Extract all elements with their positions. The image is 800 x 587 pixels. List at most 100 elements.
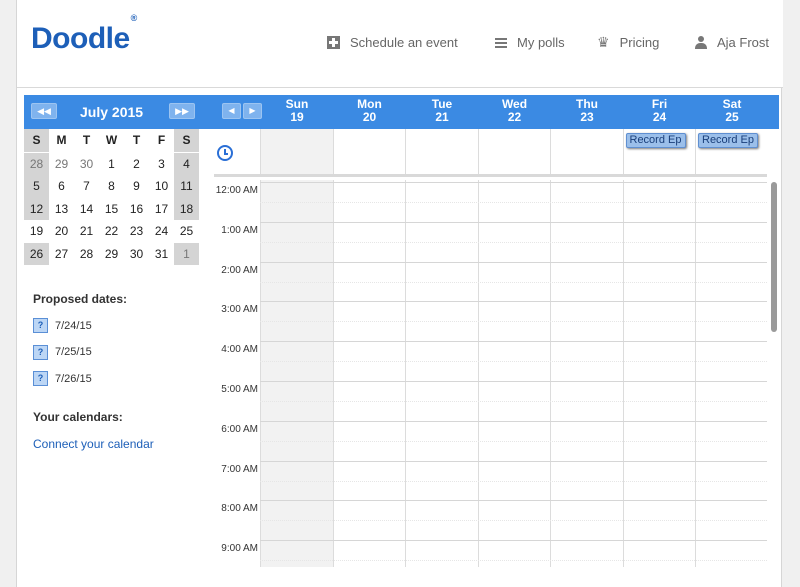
- day-header-sun: Sun 19: [261, 98, 333, 124]
- logo-text: Doodle: [31, 22, 130, 55]
- date-cell[interactable]: 22: [99, 220, 124, 243]
- nav-pricing[interactable]: ♛ Pricing: [597, 35, 659, 50]
- date-cell[interactable]: 11: [174, 175, 199, 198]
- plus-icon: [327, 36, 340, 49]
- list-icon: [495, 37, 507, 49]
- all-day-cell[interactable]: [332, 129, 406, 174]
- day-column[interactable]: [260, 180, 333, 567]
- day-column[interactable]: [695, 180, 767, 567]
- nav-user[interactable]: Aja Frost: [695, 35, 769, 50]
- proposed-date-item[interactable]: ? 7/25/15: [33, 344, 92, 360]
- day-column[interactable]: [477, 180, 551, 567]
- nav-my-polls[interactable]: My polls: [495, 35, 565, 50]
- connect-calendar-link[interactable]: Connect your calendar: [33, 437, 154, 451]
- date-cell[interactable]: 1: [174, 242, 199, 265]
- date-cell[interactable]: 21: [74, 220, 99, 243]
- event-record-ep[interactable]: Record Ep: [625, 133, 686, 148]
- hour-line: [260, 341, 767, 343]
- date-cell[interactable]: 30: [124, 243, 149, 266]
- date-cell[interactable]: 28: [24, 152, 49, 175]
- date-cell[interactable]: 3: [149, 153, 174, 176]
- day-number: 23: [580, 110, 594, 124]
- date-cell[interactable]: 9: [124, 175, 149, 198]
- day-column[interactable]: [550, 180, 623, 567]
- hour-line: [260, 381, 767, 382]
- time-grid[interactable]: 12:00 AM 1:00 AM 2:00 AM 3:00 AM 4:00 AM 5:00…: [214, 180, 767, 567]
- half-hour-line: [260, 321, 767, 323]
- date-cell[interactable]: 8: [99, 175, 124, 198]
- date-cell[interactable]: 1: [99, 153, 124, 176]
- next-month-button[interactable]: ▶▶: [169, 103, 195, 119]
- day-column[interactable]: [622, 180, 696, 567]
- date-cell[interactable]: 24: [149, 220, 174, 243]
- month-title: July 2015: [80, 104, 144, 120]
- next-week-button[interactable]: ▶: [243, 103, 262, 119]
- half-hour-line: [260, 560, 767, 562]
- half-hour-line: [260, 201, 767, 203]
- all-day-cell[interactable]: [405, 129, 478, 174]
- hour-line: [260, 500, 767, 502]
- date-cell[interactable]: 31: [149, 243, 174, 266]
- date-cell[interactable]: 12: [24, 197, 49, 220]
- hour-line: [260, 182, 767, 183]
- date-cell[interactable]: 16: [124, 198, 149, 221]
- prev-week-button[interactable]: ◀: [222, 103, 241, 119]
- day-column[interactable]: [405, 180, 478, 567]
- date-cell[interactable]: 30: [74, 153, 99, 176]
- date-cell[interactable]: 29: [49, 153, 74, 176]
- day-number: 25: [725, 110, 739, 124]
- day-header-mon: Mon 20: [334, 98, 406, 124]
- half-hour-line: [260, 400, 767, 402]
- week-row[interactable]: 12 13 14 15 16 17 18: [24, 197, 199, 221]
- prev-month-button[interactable]: ◀◀: [31, 103, 57, 119]
- date-cell[interactable]: 25: [174, 220, 199, 243]
- date-cell[interactable]: 7: [74, 175, 99, 198]
- half-hour-line: [260, 361, 767, 363]
- all-day-cell[interactable]: [260, 129, 333, 174]
- date-cell[interactable]: 28: [74, 243, 99, 266]
- date-cell[interactable]: 6: [49, 175, 74, 198]
- date-cell[interactable]: 10: [149, 175, 174, 198]
- half-hour-line: [260, 281, 767, 283]
- day-header-wed: Wed 22: [479, 98, 551, 124]
- all-day-cell[interactable]: [477, 129, 551, 174]
- proposed-date-item[interactable]: ? 7/26/15: [33, 371, 92, 386]
- week-row[interactable]: 5 6 7 8 9 10 11: [24, 175, 199, 198]
- proposed-date-item[interactable]: ? 7/24/15: [33, 318, 92, 333]
- date-cell[interactable]: 15: [99, 198, 124, 221]
- date-cell[interactable]: 2: [124, 153, 149, 176]
- week-row[interactable]: 26 27 28 29 30 31 1: [24, 242, 199, 266]
- date-cell[interactable]: 29: [99, 243, 124, 266]
- hour-label: 12:00 AM: [215, 185, 258, 196]
- scrollbar[interactable]: [771, 182, 777, 332]
- hour-label: 3:00 AM: [221, 304, 258, 316]
- date-cell[interactable]: 14: [74, 198, 99, 221]
- nav-label: My polls: [517, 35, 565, 50]
- date-cell[interactable]: 26: [24, 242, 49, 265]
- hour-line: [260, 261, 767, 263]
- weekday-label: T: [82, 133, 91, 147]
- doodle-logo[interactable]: Doodle®: [31, 13, 137, 56]
- date-cell[interactable]: 23: [124, 220, 149, 243]
- nav-schedule-event[interactable]: Schedule an event: [327, 35, 458, 50]
- week-row[interactable]: 19 20 21 22 23 24 25: [24, 220, 199, 243]
- day-column[interactable]: [332, 180, 406, 567]
- date-cell[interactable]: 4: [174, 152, 199, 175]
- date-cell[interactable]: 17: [149, 198, 174, 221]
- your-calendars-title: Your calendars:: [33, 410, 123, 424]
- all-day-cell[interactable]: [550, 129, 623, 174]
- logo-mark: ®: [130, 13, 138, 23]
- date-cell[interactable]: 27: [49, 243, 74, 266]
- day-number: 24: [652, 110, 667, 124]
- date-cell[interactable]: 18: [174, 197, 199, 220]
- date-cell[interactable]: 20: [49, 220, 74, 243]
- proposed-date-label: 7/25/15: [55, 346, 92, 358]
- date-cell[interactable]: 19: [24, 220, 49, 243]
- event-record-ep[interactable]: Record Ep: [698, 133, 758, 148]
- date-cell[interactable]: 13: [49, 198, 74, 221]
- week-row[interactable]: 28 29 30 1 2 3 4: [24, 152, 199, 176]
- day-header-fri: Fri 24: [624, 98, 696, 124]
- date-cell[interactable]: 5: [24, 175, 49, 198]
- hour-line: [260, 420, 767, 422]
- weekday-label: M: [56, 133, 67, 147]
